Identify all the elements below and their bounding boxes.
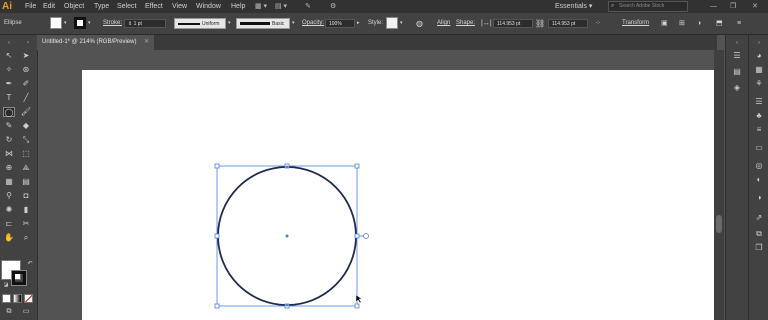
color-panel-icon[interactable]: ◕ bbox=[753, 51, 765, 61]
stroke-panel-icon[interactable]: ≡ bbox=[753, 125, 765, 135]
ellipse-object[interactable] bbox=[0, 0, 768, 320]
symbols-panel-icon[interactable]: ♣ bbox=[753, 111, 765, 121]
export-panel-icon[interactable]: ⇗ bbox=[753, 213, 765, 223]
brushes-panel-icon[interactable]: ☰ bbox=[753, 97, 765, 107]
properties-panel-icon[interactable]: ☰ bbox=[731, 51, 743, 61]
layers-stack-icon[interactable]: ⧉ bbox=[753, 229, 765, 239]
artboards-panel-icon[interactable]: ❐ bbox=[753, 243, 765, 253]
pie-widget-handle[interactable] bbox=[363, 233, 369, 239]
handle-top-left[interactable] bbox=[214, 163, 220, 169]
handle-bottom-left[interactable] bbox=[214, 303, 220, 309]
vertical-scroll-thumb[interactable] bbox=[716, 215, 722, 233]
handle-middle-right[interactable] bbox=[354, 233, 360, 239]
anchor-point-bottom bbox=[285, 303, 289, 307]
handle-top-right[interactable] bbox=[354, 163, 360, 169]
handle-middle-left[interactable] bbox=[214, 233, 220, 239]
swatches-panel-icon[interactable]: ⚘ bbox=[753, 79, 765, 89]
gradient-panel-icon[interactable]: ▭ bbox=[753, 143, 765, 153]
libraries-panel-icon[interactable]: ▤ bbox=[731, 67, 743, 77]
vertical-scrollbar[interactable] bbox=[714, 50, 724, 320]
expand-dock-icon[interactable]: » bbox=[731, 38, 743, 48]
appearance-panel-icon[interactable]: ◎ bbox=[753, 161, 765, 171]
center-point bbox=[285, 234, 289, 238]
transparency-panel-icon[interactable]: ◑ bbox=[753, 193, 765, 203]
graphic-styles-icon[interactable]: ◐ bbox=[753, 175, 765, 185]
layers-panel-icon[interactable]: ◈ bbox=[731, 83, 743, 93]
dock-collapse-icon[interactable]: » bbox=[753, 38, 765, 48]
panel-dock-icons: » ◕ ▦ ⚘ ☰ ♣ ≡ ▭ ◎ ◐ ◑ ⇗ ⧉ ❐ bbox=[748, 35, 768, 320]
color-guide-icon[interactable]: ▦ bbox=[753, 65, 765, 75]
anchor-point-top bbox=[285, 165, 289, 169]
handle-bottom-right[interactable] bbox=[354, 303, 360, 309]
panel-dock-collapsed: » ☰ ▤ ◈ bbox=[725, 35, 748, 320]
